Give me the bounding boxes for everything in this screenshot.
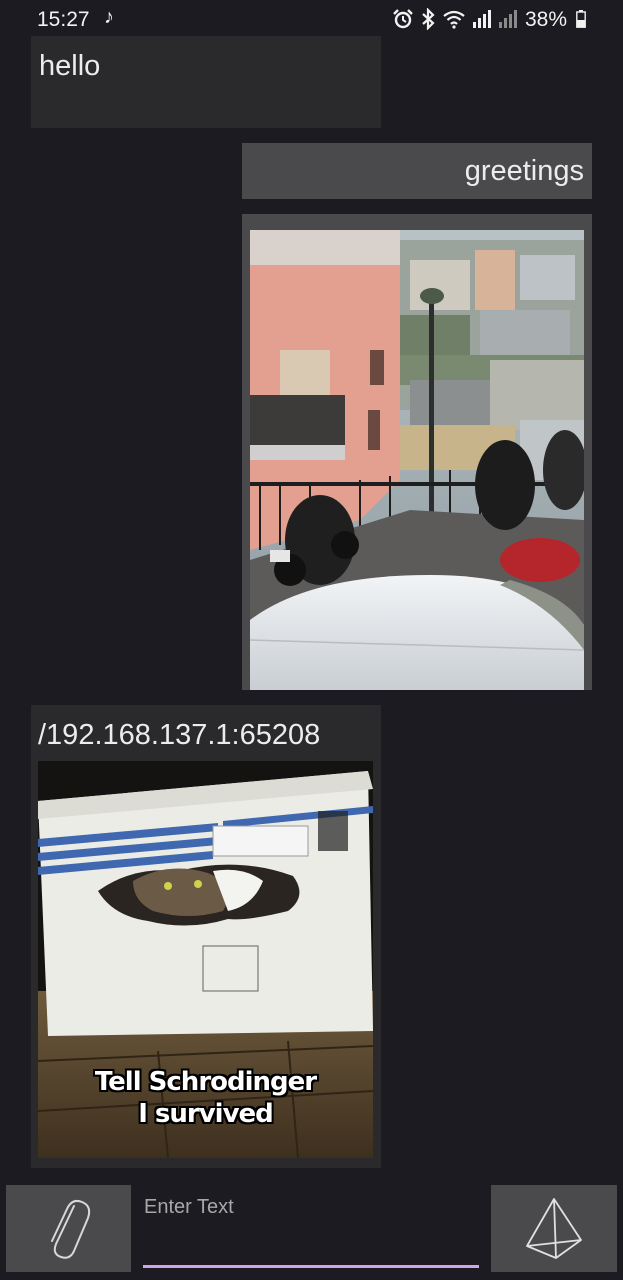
street-photo[interactable] bbox=[250, 230, 584, 690]
status-icons bbox=[392, 8, 518, 30]
message-input[interactable] bbox=[143, 1190, 479, 1268]
attach-button[interactable] bbox=[6, 1185, 131, 1272]
chat-screen: 15:27 ♪ 38% hello greetings /192.168.137… bbox=[0, 0, 623, 1280]
paperclip-icon bbox=[50, 1199, 90, 1259]
sender-address: /192.168.137.1:65208 bbox=[38, 719, 321, 751]
signal-icon bbox=[473, 10, 491, 28]
message-text: hello bbox=[39, 50, 101, 82]
status-bar: 15:27 ♪ 38% bbox=[0, 0, 623, 40]
meme-caption-line-1: Tell Schrodinger bbox=[94, 1067, 317, 1097]
battery-percent: 38% bbox=[525, 8, 568, 31]
music-note-icon: ♪ bbox=[104, 6, 114, 28]
message-bubble-incoming-image[interactable]: /192.168.137.1:65208 Tell Schrodinger I … bbox=[31, 705, 381, 1168]
signal-icon bbox=[499, 10, 517, 28]
message-bubble-incoming[interactable]: hello bbox=[31, 36, 381, 128]
wifi-icon bbox=[443, 10, 465, 29]
message-bubble-outgoing[interactable]: greetings bbox=[242, 143, 592, 199]
cat-meme-image[interactable]: Tell Schrodinger I survived bbox=[38, 761, 373, 1158]
send-pyramid-icon bbox=[526, 1197, 582, 1259]
alarm-icon bbox=[393, 9, 413, 29]
message-bubble-outgoing-image[interactable] bbox=[242, 214, 592, 690]
message-text: greetings bbox=[464, 155, 584, 187]
bluetooth-icon bbox=[422, 8, 435, 30]
status-time: 15:27 bbox=[37, 8, 90, 31]
send-button[interactable] bbox=[491, 1185, 617, 1272]
battery-icon bbox=[576, 10, 586, 28]
meme-caption-line-2: I survived bbox=[138, 1099, 274, 1129]
